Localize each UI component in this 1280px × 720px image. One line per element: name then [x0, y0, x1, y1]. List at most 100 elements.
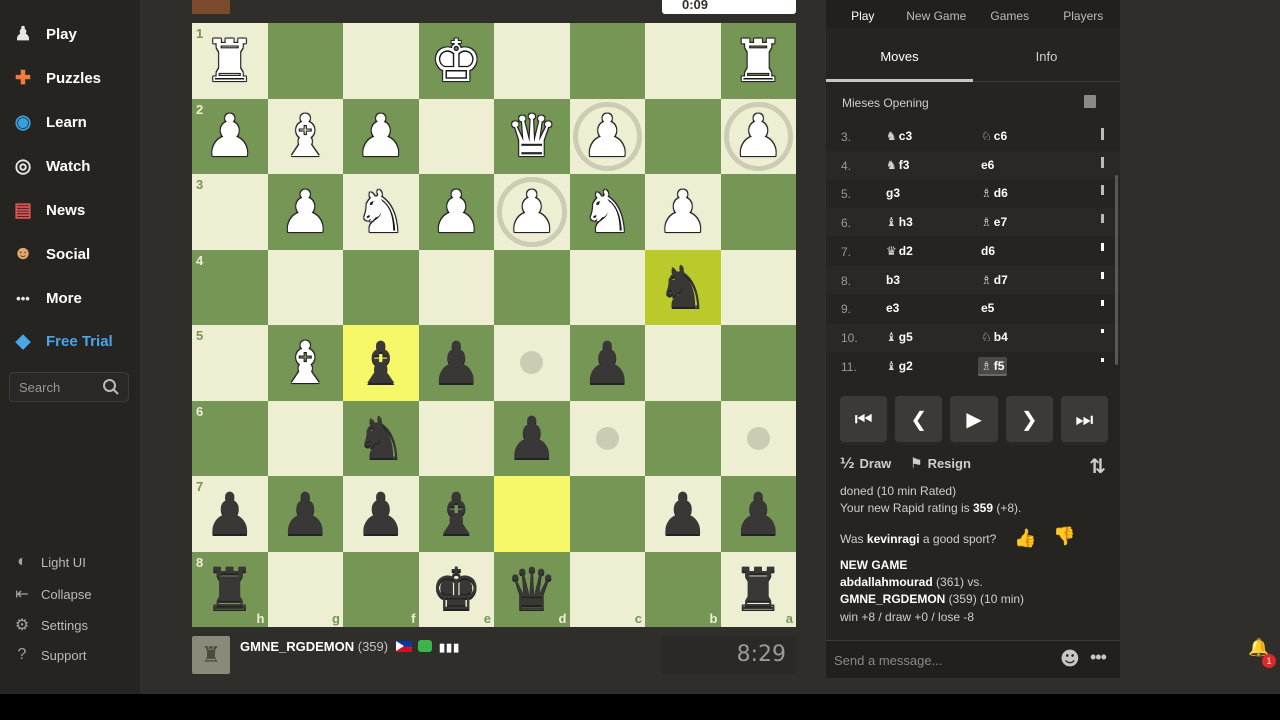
- white-move[interactable]: ♞ c3: [883, 127, 915, 146]
- search-icon[interactable]: [102, 378, 120, 399]
- black-move[interactable]: ♗ f5: [978, 356, 1008, 376]
- board-square-b1[interactable]: [645, 23, 721, 99]
- player-name[interactable]: GMNE_RGDEMON: [240, 639, 354, 654]
- board-square-d8[interactable]: d ♛: [494, 551, 570, 627]
- book-icon[interactable]: [1084, 95, 1096, 108]
- black-move[interactable]: ♗ d6: [978, 184, 1011, 203]
- board-square-d5[interactable]: [494, 325, 570, 401]
- previous-move-button[interactable]: ❮: [895, 396, 943, 442]
- board-square-b4[interactable]: ♞: [645, 249, 721, 325]
- sidebar-item-free-trial[interactable]: ◆ Free Trial: [10, 328, 113, 354]
- board-square-e7[interactable]: ♝: [418, 476, 495, 552]
- board-square-h7[interactable]: 7 ♟: [192, 476, 268, 552]
- thumbs-down-icon[interactable]: 👎: [1053, 526, 1075, 547]
- board-square-f8[interactable]: f: [343, 551, 419, 627]
- black-pawn[interactable]: ♟: [494, 401, 570, 477]
- board-square-b5[interactable]: [645, 325, 721, 401]
- sidebar-item-more[interactable]: ••• More: [10, 285, 82, 311]
- move-list-scrollbar[interactable]: [1115, 175, 1118, 365]
- white-pawn[interactable]: ♟: [721, 99, 797, 175]
- white-pawn[interactable]: ♟: [494, 174, 570, 250]
- board-square-f2[interactable]: ♟: [343, 98, 419, 174]
- search-input[interactable]: Search: [9, 372, 129, 402]
- sidebar-item-learn[interactable]: ◉ Learn: [10, 109, 87, 135]
- board-square-g3[interactable]: ♟: [267, 174, 344, 250]
- draw-button[interactable]: ½ Draw: [840, 456, 891, 472]
- white-move[interactable]: ♝ g5: [883, 328, 916, 347]
- board-square-g2[interactable]: ♝: [267, 98, 343, 174]
- board-square-c3[interactable]: ♞: [569, 174, 645, 250]
- black-move[interactable]: ♗ d7: [978, 271, 1011, 290]
- black-move[interactable]: e5: [978, 299, 997, 318]
- black-move[interactable]: ♘ b4: [978, 328, 1011, 347]
- black-bishop[interactable]: ♝: [419, 476, 495, 552]
- board-square-f7[interactable]: ♟: [343, 476, 419, 552]
- move-hint-dot[interactable]: [520, 351, 543, 374]
- sidebar-item-news[interactable]: ▤ News: [10, 197, 85, 223]
- white-pawn[interactable]: ♟: [192, 99, 268, 175]
- white-rook[interactable]: ♜: [192, 23, 268, 99]
- white-bishop[interactable]: ♝: [268, 325, 344, 401]
- board-square-e2[interactable]: [418, 98, 494, 174]
- board-square-a6[interactable]: [720, 400, 796, 476]
- tab-games[interactable]: Games: [973, 0, 1047, 28]
- white-move[interactable]: ♝ g2: [883, 357, 916, 376]
- board-square-d1[interactable]: [494, 23, 570, 99]
- board-square-f4[interactable]: [343, 249, 419, 325]
- sidebar-footer-light-ui[interactable]: ◐ Light UI: [12, 553, 86, 571]
- tab-info[interactable]: Info: [973, 40, 1120, 81]
- sidebar-footer-support[interactable]: ? Support: [12, 646, 87, 664]
- play-button[interactable]: ▶: [950, 396, 998, 442]
- black-rook[interactable]: ♜: [192, 552, 268, 628]
- sidebar-footer-collapse[interactable]: ⇤ Collapse: [12, 584, 91, 604]
- board-square-g6[interactable]: [267, 400, 343, 476]
- board-square-c2[interactable]: ♟: [569, 98, 646, 175]
- board-square-a4[interactable]: [720, 249, 796, 325]
- black-pawn[interactable]: ♟: [645, 476, 721, 552]
- white-move[interactable]: g3: [883, 184, 903, 203]
- board-square-a3[interactable]: [720, 174, 796, 250]
- next-move-button[interactable]: ❯: [1005, 396, 1053, 442]
- sidebar-item-social[interactable]: ☻ Social: [10, 241, 90, 267]
- black-pawn[interactable]: ♟: [343, 476, 419, 552]
- black-pawn[interactable]: ♟: [721, 476, 797, 552]
- tab-moves[interactable]: Moves: [826, 40, 973, 82]
- black-pawn[interactable]: ♟: [268, 476, 344, 552]
- board-square-h8[interactable]: 8 h ♜: [192, 551, 268, 628]
- board-square-b3[interactable]: ♟: [645, 174, 721, 250]
- white-move[interactable]: ♛ d2: [883, 242, 916, 261]
- white-rook[interactable]: ♜: [721, 23, 797, 99]
- flip-board-icon[interactable]: ⇅: [1089, 454, 1106, 478]
- sidebar-item-puzzles[interactable]: ✚ Puzzles: [10, 65, 101, 91]
- white-queen[interactable]: ♛: [494, 99, 570, 175]
- black-move[interactable]: d6: [978, 242, 998, 261]
- white-move[interactable]: ♞ f3: [883, 156, 912, 175]
- message-input[interactable]: [834, 650, 1054, 670]
- board-square-h2[interactable]: 2 ♟: [192, 98, 268, 175]
- board-square-h3[interactable]: 3: [192, 174, 268, 250]
- board-square-a8[interactable]: a ♜: [720, 551, 797, 628]
- board-square-b6[interactable]: [645, 400, 721, 476]
- black-move[interactable]: e6: [978, 156, 997, 175]
- sidebar-footer-settings[interactable]: ⚙ Settings: [12, 615, 88, 635]
- white-pawn[interactable]: ♟: [570, 99, 646, 175]
- tab-new-game[interactable]: New Game: [900, 0, 974, 28]
- board-square-d2[interactable]: ♛: [494, 98, 570, 175]
- sidebar-item-watch[interactable]: ◎ Watch: [10, 153, 91, 179]
- board-square-b8[interactable]: b: [645, 551, 721, 627]
- white-pawn[interactable]: ♟: [268, 174, 344, 250]
- tab-players[interactable]: Players: [1047, 0, 1121, 28]
- board-square-c8[interactable]: c: [569, 551, 645, 627]
- board-square-a2[interactable]: ♟: [720, 98, 797, 175]
- white-king[interactable]: ♚: [419, 23, 495, 99]
- board-square-f5[interactable]: ♝: [343, 325, 419, 401]
- tab-play[interactable]: Play: [826, 0, 900, 28]
- board-square-b2[interactable]: [645, 98, 721, 174]
- board-square-a5[interactable]: [720, 325, 796, 401]
- board-square-g5[interactable]: ♝: [267, 325, 344, 401]
- board-square-e1[interactable]: ♚: [418, 23, 495, 99]
- board-square-f1[interactable]: [343, 23, 419, 99]
- black-rook[interactable]: ♜: [721, 552, 797, 628]
- board-square-d6[interactable]: ♟: [494, 400, 570, 477]
- more-options-icon[interactable]: •••: [1090, 647, 1107, 668]
